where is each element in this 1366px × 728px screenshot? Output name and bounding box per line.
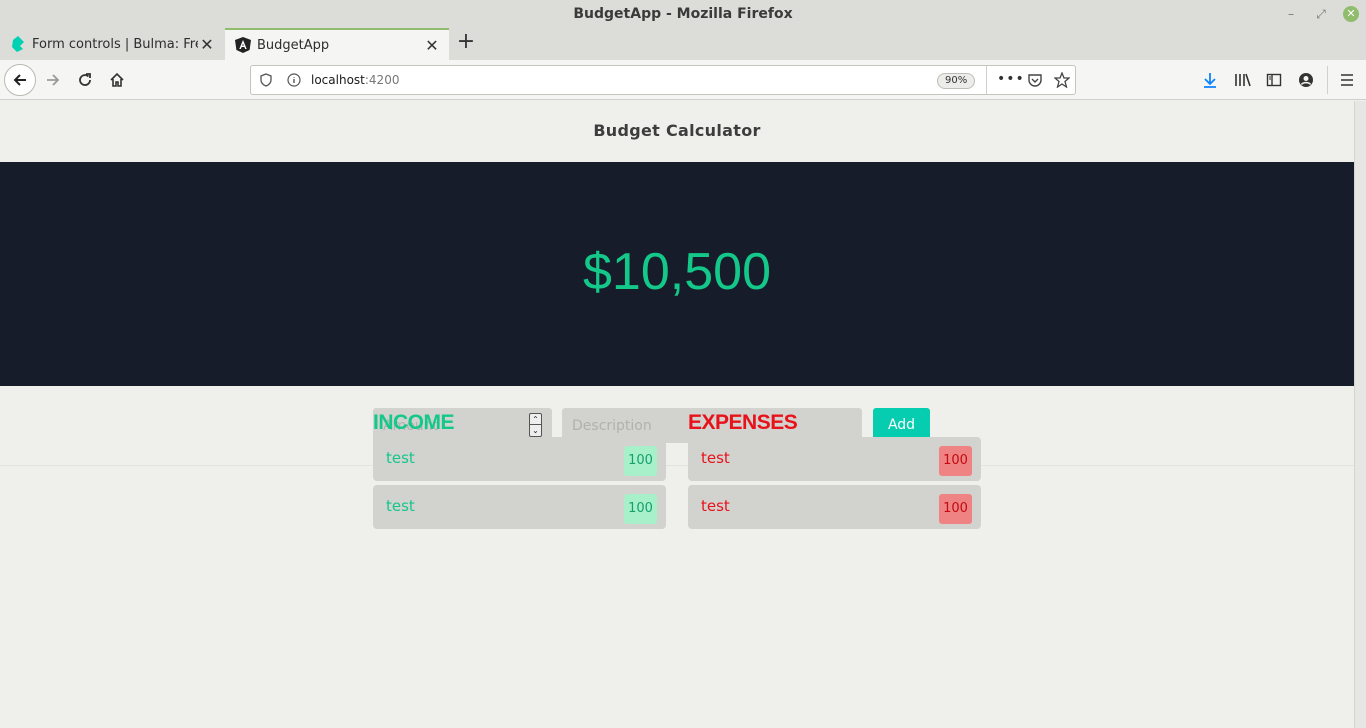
tab-strip: Form controls | Bulma: Free, ✕ BudgetApp…: [0, 28, 1366, 60]
total-balance: $10,500: [583, 243, 771, 301]
forward-arrow-icon: [47, 74, 60, 86]
back-button[interactable]: [4, 64, 36, 96]
zoom-level-badge[interactable]: 90%: [937, 73, 976, 89]
income-item[interactable]: test 100: [373, 437, 666, 481]
download-icon[interactable]: [1202, 72, 1218, 89]
account-icon[interactable]: [1298, 72, 1314, 88]
close-tab-icon[interactable]: ✕: [198, 35, 216, 54]
home-button[interactable]: [101, 64, 133, 96]
income-column: INCOME test 100 test 100: [373, 409, 666, 533]
expenses-heading: EXPENSES: [688, 411, 798, 434]
tab-label: Form controls | Bulma: Free,: [32, 36, 198, 52]
tab-bulma[interactable]: Form controls | Bulma: Free, ✕: [0, 28, 224, 60]
app-title: Budget Calculator: [593, 121, 761, 140]
reload-button[interactable]: [69, 64, 101, 96]
new-tab-icon[interactable]: +: [454, 31, 478, 55]
sidebar-toggle-icon[interactable]: [1266, 72, 1282, 88]
balance-hero: $10,500: [0, 162, 1354, 386]
expense-item[interactable]: test 100: [688, 437, 981, 481]
expense-item-description: test: [701, 449, 730, 467]
expense-item-amount: 100: [939, 494, 972, 524]
page-scrollbar[interactable]: [1354, 101, 1366, 728]
navigation-toolbar: localhost:4200 90% •••: [0, 60, 1366, 100]
angular-logo-icon: [235, 37, 251, 53]
shield-icon[interactable]: [260, 73, 272, 87]
expense-item-amount: 100: [939, 446, 972, 476]
back-arrow-icon: [13, 74, 26, 86]
page-content: Budget Calculator $10,500 Amount ⌃ ⌄ Des…: [0, 101, 1354, 728]
bookmark-star-icon[interactable]: [1054, 72, 1070, 88]
hamburger-menu-icon[interactable]: [1339, 72, 1355, 88]
urlbar-divider: [986, 66, 987, 94]
page-actions-icon[interactable]: •••: [997, 71, 1025, 87]
restore-icon[interactable]: ⤢: [1313, 6, 1329, 22]
window-title: BudgetApp - Mozilla Firefox: [573, 6, 793, 22]
expense-item-description: test: [701, 497, 730, 515]
url-bar[interactable]: localhost:4200 90% •••: [250, 65, 1076, 95]
forward-button[interactable]: [37, 64, 69, 96]
income-item-description: test: [386, 449, 415, 467]
reload-icon: [79, 73, 91, 86]
minimize-icon[interactable]: –: [1283, 6, 1299, 22]
home-icon: [110, 72, 124, 87]
window-titlebar: BudgetApp - Mozilla Firefox – ⤢ ✕: [0, 0, 1366, 28]
bulma-logo-icon: [10, 36, 26, 52]
close-window-icon[interactable]: ✕: [1343, 6, 1359, 22]
url-host: localhost: [311, 73, 365, 87]
income-heading: INCOME: [373, 411, 455, 434]
toolbar-divider: [1327, 66, 1328, 94]
add-entry-form: Amount ⌃ ⌄ Description Add: [0, 386, 1354, 466]
income-item-amount: 100: [624, 446, 657, 476]
expenses-column: EXPENSES test 100 test 100: [688, 409, 981, 533]
library-icon[interactable]: [1234, 72, 1252, 88]
pocket-icon[interactable]: [1027, 73, 1043, 88]
tab-budgetapp[interactable]: BudgetApp ✕: [225, 28, 449, 60]
tab-label: BudgetApp: [257, 37, 330, 53]
url-text: localhost:4200: [311, 73, 399, 87]
income-item-description: test: [386, 497, 415, 515]
expense-item[interactable]: test 100: [688, 485, 981, 529]
info-icon[interactable]: [287, 73, 301, 87]
close-tab-icon[interactable]: ✕: [423, 36, 441, 55]
url-port: :4200: [364, 73, 400, 87]
income-item-amount: 100: [624, 494, 657, 524]
income-item[interactable]: test 100: [373, 485, 666, 529]
